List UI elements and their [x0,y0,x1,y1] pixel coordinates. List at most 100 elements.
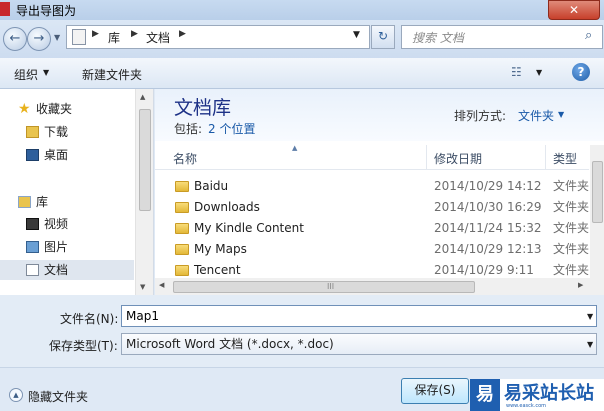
column-divider[interactable] [426,145,427,169]
scroll-down-icon[interactable]: ▼ [140,283,145,291]
sidebar-item-label: 下载 [44,125,69,139]
filetype-label: 保存类型(T): [49,339,118,353]
save-button[interactable]: 保存(S) [401,378,469,404]
table-row[interactable]: Downloads 2014/10/30 16:29 文件夹 [155,197,589,218]
chevron-down-icon[interactable]: ▼ [536,68,542,77]
chevron-down-icon[interactable]: ▼ [558,110,564,119]
column-header-name[interactable]: 名称 [173,150,197,167]
file-type: 文件夹 [553,263,589,277]
back-button[interactable]: ← [3,27,27,51]
folder-icon [175,244,189,255]
scrollbar-thumb[interactable] [592,161,603,223]
column-header-row: ▲ 名称 修改日期 类型 [155,144,589,170]
window-title: 导出导图为 [16,4,77,18]
file-name: My Maps [194,242,247,256]
folder-icon [175,181,189,192]
sidebar-item-label: 文档 [44,263,69,277]
scroll-right-icon[interactable]: ▶ [578,281,583,289]
breadcrumb-separator[interactable]: ▶ [179,29,186,39]
sidebar-item-label: 视频 [44,217,69,231]
scroll-up-icon[interactable]: ▲ [140,93,145,101]
close-icon: ✕ [568,3,580,17]
command-toolbar: 组织 ▼ 新建文件夹 ☷ ▼ ? [0,58,604,89]
chevron-down-icon[interactable]: ▼ [43,68,49,77]
forward-button[interactable]: → [27,27,51,51]
folder-icon [175,202,189,213]
address-bar[interactable]: ▶ 库 ▶ 文档 ▶ ▼ [66,25,370,49]
sidebar-item-label: 桌面 [44,148,69,162]
file-date: 2014/10/29 9:11 [434,263,534,277]
arrange-by-label: 排列方式: [454,109,507,123]
hide-folders-button[interactable]: 隐藏文件夹 [28,388,88,405]
scrollbar-thumb[interactable]: III [173,281,475,293]
desktop-icon [26,149,39,161]
watermark-logo: 易 易采站长站 www.easck.com [470,379,604,411]
close-button[interactable]: ✕ [548,0,600,20]
file-date: 2014/10/30 16:29 [434,200,542,214]
table-row[interactable]: My Kindle Content 2014/11/24 15:32 文件夹 [155,218,589,239]
folder-icon [175,265,189,276]
library-icon [18,196,31,208]
dialog-footer: ▲ 隐藏文件夹 保存(S) 易 易采站长站 www.easck.com [0,367,604,411]
sidebar-item-label: 图片 [44,240,69,254]
sort-ascending-icon: ▲ [292,144,298,152]
library-header: 文档库 包括: 2 个位置 排列方式: 文件夹 ▼ [155,89,604,141]
scrollbar-thumb[interactable] [139,109,151,211]
breadcrumb-separator[interactable]: ▶ [131,29,138,39]
column-divider[interactable] [545,145,546,169]
chevron-down-icon[interactable]: ▼ [587,312,593,321]
breadcrumb-separator[interactable]: ▶ [92,29,99,39]
file-list-horizontal-scrollbar[interactable]: ◀ III ▶ [155,278,604,295]
file-name: Tencent [194,263,241,277]
file-date: 2014/10/29 12:13 [434,242,542,256]
picture-icon [26,241,39,253]
organize-button[interactable]: 组织 [14,66,38,83]
refresh-icon: ↻ [377,29,389,43]
refresh-button[interactable]: ↻ [371,25,395,49]
file-type: 文件夹 [553,200,590,214]
chevron-down-icon[interactable]: ▼ [587,340,593,349]
file-list-vertical-scrollbar[interactable] [590,145,604,279]
column-header-type[interactable]: 类型 [553,150,577,167]
watermark-text: 易采站长站 [504,383,594,404]
watermark-logo-mark: 易 [470,379,500,411]
includes-locations-link[interactable]: 2 个位置 [208,120,255,137]
folder-icon [175,223,189,234]
file-type: 文件夹 [553,221,590,235]
download-folder-icon [26,126,39,138]
breadcrumb-documents[interactable]: 文档 [146,29,170,46]
filetype-select[interactable]: Microsoft Word 文档 (*.docx, *.doc) [121,333,597,355]
breadcrumb-libraries[interactable]: 库 [108,29,120,46]
location-icon [72,29,86,45]
sidebar-item-documents[interactable]: 文档 [0,260,134,280]
filename-label: 文件名(N): [60,312,119,326]
recent-pages-dropdown[interactable]: ▼ [54,33,60,42]
address-dropdown-icon[interactable]: ▼ [353,30,360,40]
arrow-left-icon: ← [9,31,21,46]
video-icon [26,218,39,230]
table-row[interactable]: My Maps 2014/10/29 12:13 文件夹 [155,239,589,260]
document-icon [26,264,39,276]
search-input[interactable]: 搜索 文档 ⌕ [401,25,603,49]
title-bar: 导出导图为 ✕ [0,0,604,20]
star-icon: ★ [18,101,31,117]
arrow-right-icon: → [33,31,45,46]
table-row[interactable]: Tencent 2014/10/29 9:11 文件夹 [155,260,589,278]
sidebar-item-label: 收藏夹 [36,102,73,116]
column-header-date[interactable]: 修改日期 [434,150,482,167]
arrange-by-dropdown[interactable]: 文件夹 [518,107,554,124]
search-placeholder: 搜索 文档 [412,31,464,45]
help-icon[interactable]: ? [572,63,590,81]
table-row[interactable]: Baidu 2014/10/29 14:12 文件夹 [155,176,589,197]
scroll-left-icon[interactable]: ◀ [159,281,164,289]
filename-field[interactable] [121,305,597,327]
search-icon[interactable]: ⌕ [585,28,592,43]
collapse-icon[interactable]: ▲ [9,388,23,402]
watermark-subtext: www.easck.com [506,403,547,409]
navigation-pane-scrollbar[interactable]: ▲ ▼ [135,89,153,295]
view-options-icon[interactable]: ☷ [511,65,522,79]
file-list-pane: 文档库 包括: 2 个位置 排列方式: 文件夹 ▼ ▲ 名称 修改日期 类型 B… [155,89,604,295]
new-folder-button[interactable]: 新建文件夹 [82,66,142,83]
file-type: 文件夹 [553,179,590,193]
file-name: Downloads [194,200,260,214]
